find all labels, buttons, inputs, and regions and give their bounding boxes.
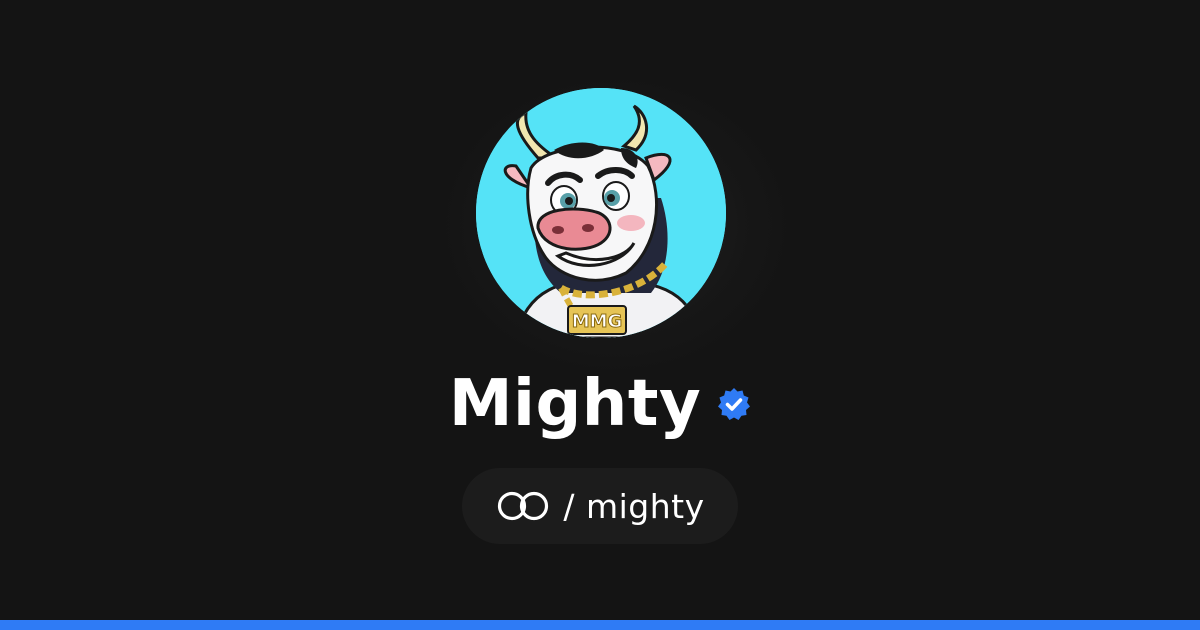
accent-bottom-bar — [0, 620, 1200, 630]
profile-name-row: Mighty — [0, 363, 1200, 445]
svg-text:MMG: MMG — [572, 311, 623, 332]
cow-avatar-image: MMG — [476, 88, 726, 338]
profile-handle-pill[interactable]: / mighty — [462, 468, 738, 544]
linked-rings-icon — [498, 491, 549, 521]
profile-avatar: MMG — [476, 88, 726, 338]
verified-badge-icon — [718, 388, 751, 420]
profile-handle: / mighty — [563, 486, 705, 526]
profile-display-name: Mighty — [448, 367, 702, 441]
